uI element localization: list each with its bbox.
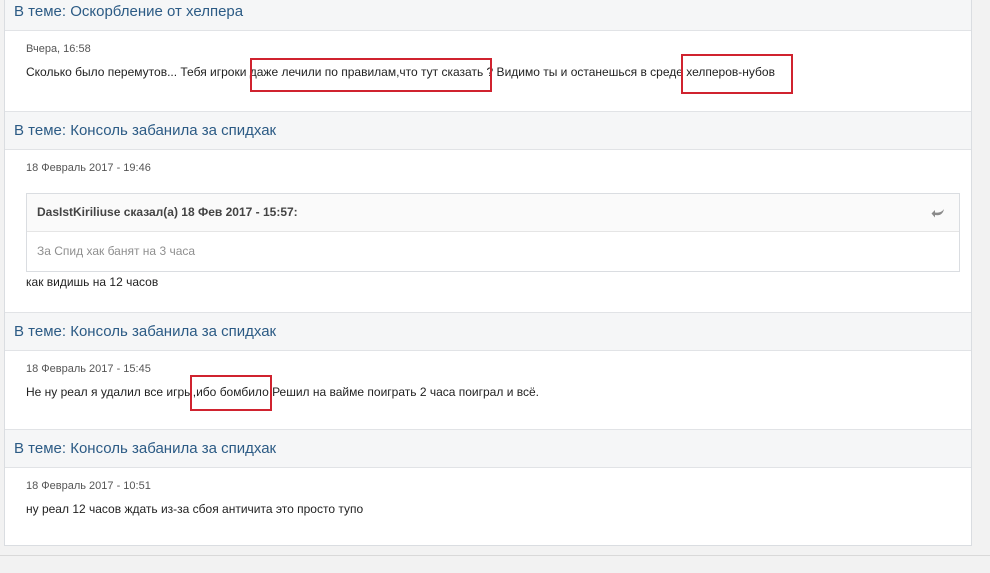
post-item: В теме: Консоль забанила за спидхак 18 Ф… — [5, 111, 971, 312]
post-item: В теме: Консоль забанила за спидхак 18 Ф… — [5, 312, 971, 429]
topic-header: В теме: Консоль забанила за спидхак — [5, 111, 971, 150]
post-date: 18 Февраль 2017 - 10:51 — [26, 480, 151, 492]
post-date: 18 Февраль 2017 - 15:45 — [26, 363, 151, 375]
topic-header: В теме: Оскорбление от хелпера — [5, 0, 971, 31]
topic-prefix: В теме: — [14, 122, 71, 139]
post-item: В теме: Оскорбление от хелпера Вчера, 16… — [5, 0, 971, 111]
topic-link[interactable]: Консоль забанила за спидхак — [70, 440, 276, 457]
post-text: Сколько было перемутов... Тебя игроки да… — [26, 65, 775, 79]
quote-text: За Спид хак банят на 3 часа — [37, 244, 196, 258]
quote-block: DasIstKiriliuse сказал(а) 18 Фев 2017 - … — [26, 193, 960, 272]
topic-link[interactable]: Консоль забанила за спидхак — [70, 323, 276, 340]
reply-arrow-icon[interactable] — [931, 208, 945, 218]
post-item: В теме: Консоль забанила за спидхак 18 Ф… — [5, 429, 971, 547]
post-body: Вчера, 16:58 Сколько было перемутов... Т… — [5, 31, 971, 79]
quote-header: DasIstKiriliuse сказал(а) 18 Фев 2017 - … — [27, 194, 959, 232]
topic-prefix: В теме: — [14, 440, 71, 457]
topic-header: В теме: Консоль забанила за спидхак — [5, 312, 971, 351]
post-date: 18 Февраль 2017 - 19:46 — [26, 162, 151, 174]
page-divider — [0, 555, 990, 556]
topic-prefix: В теме: — [14, 3, 71, 20]
quote-author: DasIstKiriliuse сказал(а) 18 Фев 2017 - … — [37, 205, 298, 219]
post-body: 18 Февраль 2017 - 15:45 Не ну реал я уда… — [5, 351, 971, 399]
topic-prefix: В теме: — [14, 323, 71, 340]
post-body: 18 Февраль 2017 - 19:46 DasIstKiriliuse … — [5, 150, 971, 289]
topic-link[interactable]: Оскорбление от хелпера — [70, 3, 243, 20]
post-date: Вчера, 16:58 — [26, 43, 91, 55]
topic-header: В теме: Консоль забанила за спидхак — [5, 429, 971, 468]
topic-link[interactable]: Консоль забанила за спидхак — [70, 122, 276, 139]
post-text: как видишь на 12 часов — [26, 275, 159, 289]
post-text: ну реал 12 часов ждать из-за сбоя античи… — [26, 502, 364, 516]
post-text: Не ну реал я удалил все игры,ибо бомбило… — [26, 385, 539, 399]
post-body: 18 Февраль 2017 - 10:51 ну реал 12 часов… — [5, 468, 971, 516]
activity-feed: В теме: Оскорбление от хелпера Вчера, 16… — [4, 0, 972, 546]
